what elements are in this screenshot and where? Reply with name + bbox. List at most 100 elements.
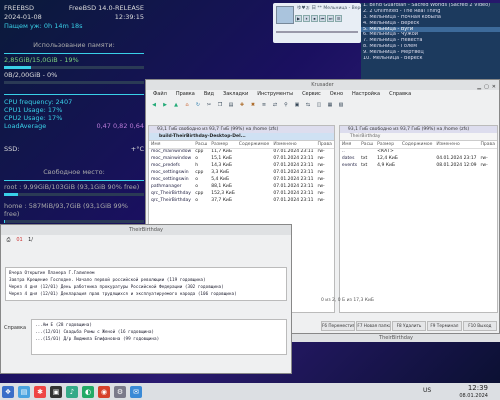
col-name[interactable]: Имя — [339, 141, 360, 149]
app-launcher-icon[interactable]: ❖ — [2, 385, 14, 398]
table-cell: 152,3 КиБ — [211, 191, 235, 196]
calendar-icon[interactable]: 01 — [16, 237, 23, 244]
unpack-icon[interactable]: ▧ — [337, 101, 345, 109]
col-perms[interactable]: Права — [478, 141, 497, 149]
menu-file[interactable]: Файл — [150, 90, 170, 99]
swap-panels-icon[interactable]: ⇆ — [304, 101, 312, 109]
next-icon[interactable]: ⏭ — [327, 15, 334, 22]
menu-tools[interactable]: Инструменты — [254, 90, 296, 99]
help-button[interactable]: Справка — [4, 325, 26, 331]
f9-terminal-button[interactable]: F9 Терминал — [427, 321, 462, 331]
right-path[interactable]: TheirBirthday — [339, 133, 497, 141]
files-icon[interactable]: ▤ — [18, 385, 30, 398]
unselect-icon[interactable]: ✖ — [249, 101, 257, 109]
table-row[interactable]: events txt 4,9 КиБ 08.01.2024 12:09 rw- — [340, 162, 497, 169]
pack-icon[interactable]: ▦ — [326, 101, 334, 109]
window-title[interactable]: TheirBirthday — [1, 225, 291, 235]
col-size[interactable]: Размер — [209, 141, 237, 149]
event-line: Через 4 дня (12/01) День работника проку… — [9, 285, 224, 290]
player-progress[interactable] — [276, 31, 358, 33]
col-ext[interactable]: Расш — [359, 141, 376, 149]
forward-icon[interactable]: ▶ — [161, 101, 169, 109]
browser-task-icon[interactable]: ◉ — [98, 385, 110, 398]
current-date: 2024-01-08 — [4, 13, 42, 21]
root-bar — [4, 193, 144, 196]
stop-icon[interactable]: ⏹ — [311, 15, 318, 22]
table-row[interactable]: .. <КАТ> — [340, 148, 497, 155]
refresh-icon[interactable]: ↻ — [194, 101, 202, 109]
f6-move-button[interactable]: F6 Переместить — [321, 321, 356, 331]
sync-icon[interactable]: ⇄ — [271, 101, 279, 109]
right-panel[interactable]: 93,1 ГиБ свободно из 93,7 ГиБ (99%) на /… — [338, 125, 498, 313]
split-icon[interactable]: ◫ — [315, 101, 323, 109]
search-icon[interactable]: ⚲ — [282, 101, 290, 109]
col-content[interactable]: Содержимое — [236, 141, 272, 149]
cut-icon[interactable]: ✂ — [205, 101, 213, 109]
compare-icon[interactable]: ≡ — [260, 101, 268, 109]
col-perms[interactable]: Права — [315, 141, 334, 149]
left-path[interactable]: build-TheirBirthday-Desktop-Del... — [149, 133, 334, 141]
divider — [4, 180, 144, 181]
music-task-icon[interactable]: ♪ — [66, 385, 78, 398]
table-cell: 07.01.2024 23:11 — [273, 163, 314, 168]
menu-view[interactable]: Вид — [201, 90, 217, 99]
f7-mkdir-button[interactable]: F7 Новая папка — [356, 321, 391, 331]
table-row[interactable]: qrc_TheirBirthday o 37,7 КиБ 07.01.2024 23:… — [149, 197, 334, 204]
menu-window[interactable]: Окно — [327, 90, 346, 99]
table-row[interactable]: moc_settingswin o 5,4 КиБ 07.01.2024 23:11 r… — [149, 176, 334, 183]
clock[interactable]: 12:39 08.01.2024 — [459, 384, 488, 400]
window-titlebar[interactable]: Krusader ▁ ▢ ✕ — [146, 80, 499, 90]
table-row[interactable]: moc_mainwindow cpp 11,7 КиБ 07.01.2024 23:1… — [149, 148, 334, 155]
table-row[interactable]: pathmanager o 88,1 КиБ 07.01.2024 23:11 rw- — [149, 183, 334, 190]
f10-exit-button[interactable]: F10 Выход — [462, 321, 498, 331]
table-row[interactable]: dates txt 12,4 КиБ 04.01.2024 23:17 rw- — [340, 155, 497, 162]
prev-icon[interactable]: ⏮ — [319, 15, 326, 22]
col-modified[interactable]: Изменено — [434, 141, 479, 149]
table-cell: o — [195, 184, 198, 189]
maximize-icon[interactable]: ▢ — [484, 82, 489, 92]
print-icon[interactable]: ⎙ — [5, 237, 12, 244]
minimize-icon[interactable]: ▁ — [477, 82, 481, 92]
menu-service[interactable]: Сервис — [299, 90, 324, 99]
paste-icon[interactable]: ▤ — [227, 101, 235, 109]
table-cell: qrc_TheirBirthday — [151, 191, 191, 196]
settings-icon[interactable]: 1/ — [27, 237, 34, 244]
select-icon[interactable]: ✚ — [238, 101, 246, 109]
theirbirthday-dialog-title[interactable]: TheirBirthday — [292, 334, 500, 342]
menu-bookmarks[interactable]: Закладки — [220, 90, 251, 99]
playlist-item[interactable]: 10. Мельница - Вереск — [361, 56, 500, 62]
table-cell: dates — [341, 156, 355, 161]
close-icon[interactable]: ✕ — [492, 82, 496, 92]
col-size[interactable]: Размер — [375, 141, 400, 149]
copy-icon[interactable]: ❐ — [216, 101, 224, 109]
chat-task-icon[interactable]: ✉ — [130, 385, 142, 398]
col-name[interactable]: Имя — [149, 141, 194, 149]
col-content[interactable]: Содержимое — [399, 141, 435, 149]
menu-edit[interactable]: Правка — [173, 90, 198, 99]
keyboard-layout[interactable]: US — [423, 387, 431, 394]
col-ext[interactable]: Расш — [193, 141, 210, 149]
table-row[interactable]: moc_settingswin cpp 3,3 КиБ 07.01.2024 23:1… — [149, 169, 334, 176]
play-icon[interactable]: ▶ — [295, 15, 302, 22]
home-icon[interactable]: ⌂ — [183, 101, 191, 109]
pause-icon[interactable]: ⏸ — [303, 15, 310, 22]
table-row[interactable]: qrc_TheirBirthday cpp 152,3 КиБ 07.01.2024 … — [149, 190, 334, 197]
table-cell: cpp — [195, 191, 204, 196]
table-row[interactable]: moc_mainwindow o 15,1 КиБ 07.01.2024 23:11 r… — [149, 155, 334, 162]
up-icon[interactable]: ▲ — [172, 101, 180, 109]
theirbirthday-window: TheirBirthday ⎙ 01 1/ Вчера Открытие Пла… — [0, 224, 292, 374]
back-icon[interactable]: ◀ — [150, 101, 158, 109]
f8-delete-button[interactable]: F8 Удалить — [391, 321, 427, 331]
terminal-icon[interactable]: ▣ — [293, 101, 301, 109]
table-cell: events — [341, 163, 358, 168]
menu-help[interactable]: Справка — [386, 90, 414, 99]
terminal-task-icon[interactable]: ▣ — [50, 385, 62, 398]
settings-task-icon[interactable]: ⚙ — [114, 385, 126, 398]
theirbirthday-task-icon[interactable]: ✱ — [34, 385, 46, 398]
menu-settings[interactable]: Настройка — [349, 90, 383, 99]
playlist-icon[interactable]: ☰ — [335, 15, 342, 22]
krusader-task-icon[interactable]: ◐ — [82, 385, 94, 398]
table-row[interactable]: moc_predefs h 14,3 КиБ 07.01.2024 23:11 rw- — [149, 162, 334, 169]
col-modified[interactable]: Изменено — [271, 141, 316, 149]
table-cell: 3,3 КиБ — [211, 170, 230, 175]
